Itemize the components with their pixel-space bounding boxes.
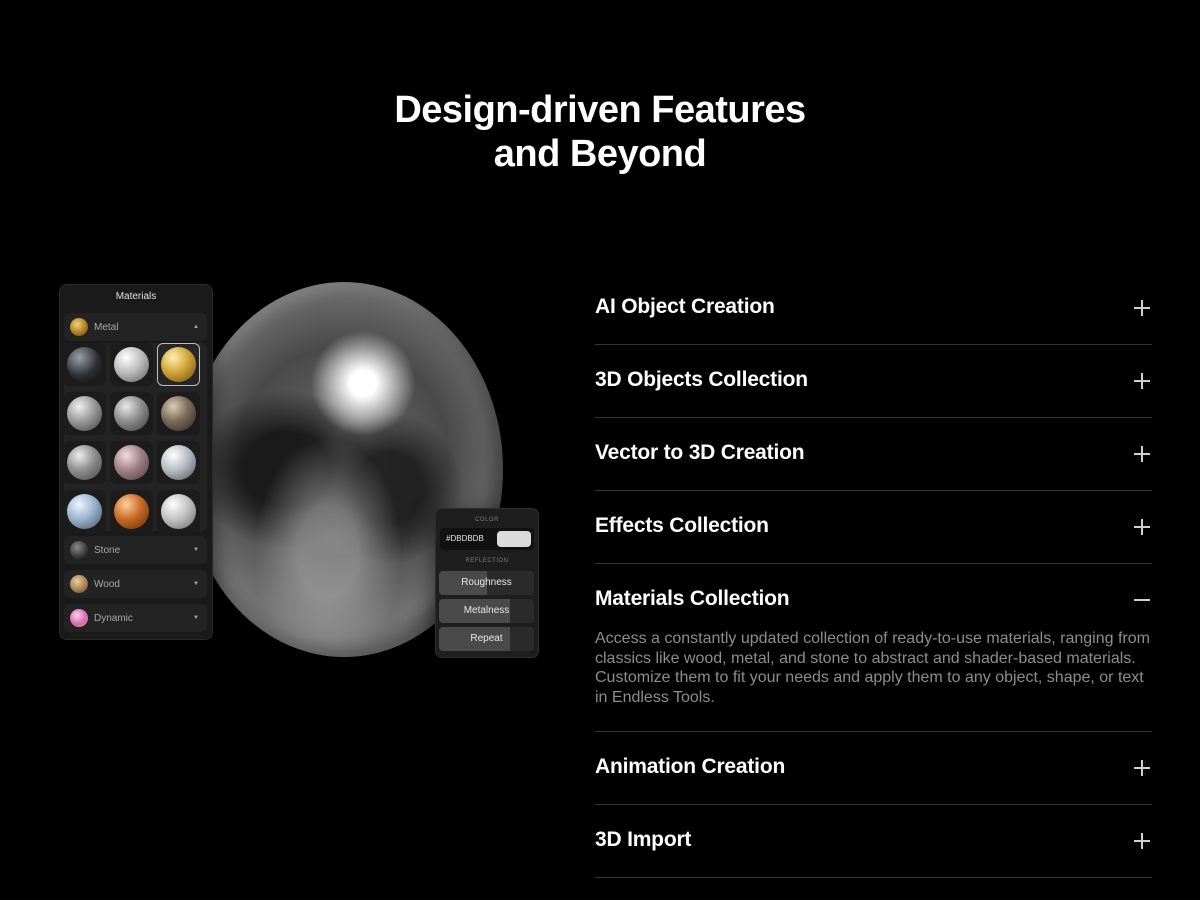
plus-icon[interactable] <box>1134 446 1150 462</box>
accordion-item: AI Object Creation <box>595 272 1152 345</box>
swatch-patterned-metal[interactable] <box>63 441 106 484</box>
plus-icon[interactable] <box>1134 300 1150 316</box>
swatch-bronze[interactable] <box>157 392 200 435</box>
chevron-down-icon: ▼ <box>193 615 199 621</box>
chevron-down-icon: ▼ <box>193 547 199 553</box>
slider-label: Repeat <box>470 633 503 644</box>
color-swatch[interactable] <box>497 531 531 547</box>
accordion-title: AI Object Creation <box>595 295 775 318</box>
wood-thumb-icon <box>70 575 88 593</box>
stone-thumb-icon <box>70 541 88 559</box>
features-accordion: AI Object Creation 3D Objects Collection… <box>595 272 1152 878</box>
accordion-title: 3D Objects Collection <box>595 368 808 391</box>
accordion-title: 3D Import <box>595 828 692 851</box>
accordion-title: Materials Collection <box>595 587 790 610</box>
accordion-body-text: Access a constantly updated collection o… <box>595 630 1150 706</box>
slider-label: Metalness <box>463 605 510 616</box>
accordion-item: 3D Import <box>595 805 1152 878</box>
plus-icon[interactable] <box>1134 519 1150 535</box>
material-settings-panel: COLOR #DBDBDB REFLECTION Roughness Metal… <box>435 508 539 658</box>
accordion-header-3d-import[interactable]: 3D Import <box>595 805 1152 877</box>
plus-icon[interactable] <box>1134 833 1150 849</box>
category-label: Stone <box>94 544 121 556</box>
swatch-chrome[interactable] <box>157 441 200 484</box>
material-category-wood[interactable]: Wood ▼ <box>64 570 207 598</box>
swatch-blue-steel[interactable] <box>63 490 106 533</box>
repeat-slider[interactable]: Repeat <box>439 627 534 651</box>
swatch-silver[interactable] <box>110 343 153 386</box>
accordion-header-vector-to-3d-creation[interactable]: Vector to 3D Creation <box>595 418 1152 490</box>
color-caption: COLOR <box>475 517 499 523</box>
swatch-gold[interactable] <box>157 343 200 386</box>
minus-icon[interactable] <box>1134 592 1150 608</box>
accordion-item: Animation Creation <box>595 732 1152 805</box>
swatch-dark-metal[interactable] <box>63 343 106 386</box>
accordion-header-effects-collection[interactable]: Effects Collection <box>595 491 1152 563</box>
accordion-title: Effects Collection <box>595 514 769 537</box>
accordion-header-animation-creation[interactable]: Animation Creation <box>595 732 1152 804</box>
swatch-rose-metal[interactable] <box>110 441 153 484</box>
chevron-up-icon: ▲ <box>193 324 199 330</box>
accordion-item: 3D Objects Collection <box>595 345 1152 418</box>
category-label: Wood <box>94 578 120 590</box>
swatch-copper[interactable] <box>110 490 153 533</box>
category-label: Dynamic <box>94 612 133 624</box>
heading-line-1: Design-driven Features <box>394 89 806 131</box>
accordion-item: Vector to 3D Creation <box>595 418 1152 491</box>
swatch-polished-silver[interactable] <box>157 490 200 533</box>
accordion-header-materials-collection[interactable]: Materials Collection <box>595 564 1152 636</box>
metalness-slider[interactable]: Metalness <box>439 599 534 623</box>
materials-panel-title: Materials <box>115 291 157 302</box>
dynamic-thumb-icon <box>70 609 88 627</box>
accordion-title: Animation Creation <box>595 755 786 778</box>
chevron-down-icon: ▼ <box>193 581 199 587</box>
accordion-header-ai-object-creation[interactable]: AI Object Creation <box>595 272 1152 344</box>
accordion-title: Vector to 3D Creation <box>595 441 805 464</box>
slider-label: Roughness <box>461 577 512 588</box>
roughness-slider[interactable]: Roughness <box>439 571 534 595</box>
swatch-hammered-silver[interactable] <box>63 392 106 435</box>
plus-icon[interactable] <box>1134 760 1150 776</box>
material-category-dynamic[interactable]: Dynamic ▼ <box>64 604 207 632</box>
metal-swatch-grid <box>63 343 200 537</box>
accordion-item: Effects Collection <box>595 491 1152 564</box>
material-category-metal[interactable]: Metal ▲ <box>64 313 207 341</box>
material-category-stone[interactable]: Stone ▼ <box>64 536 207 564</box>
metal-thumb-icon <box>70 318 88 336</box>
reflection-caption: REFLECTION <box>465 558 509 564</box>
plus-icon[interactable] <box>1134 373 1150 389</box>
color-hex-value: #DBDBDB <box>446 534 484 543</box>
category-label: Metal <box>94 321 119 333</box>
accordion-item-expanded: Materials Collection Access a constantly… <box>595 564 1152 732</box>
section-heading: Design-driven Features and Beyond <box>0 88 1200 176</box>
color-field[interactable]: #DBDBDB <box>440 528 534 550</box>
swatch-brushed-silver[interactable] <box>110 392 153 435</box>
accordion-header-3d-objects-collection[interactable]: 3D Objects Collection <box>595 345 1152 417</box>
heading-line-2: and Beyond <box>493 133 707 175</box>
